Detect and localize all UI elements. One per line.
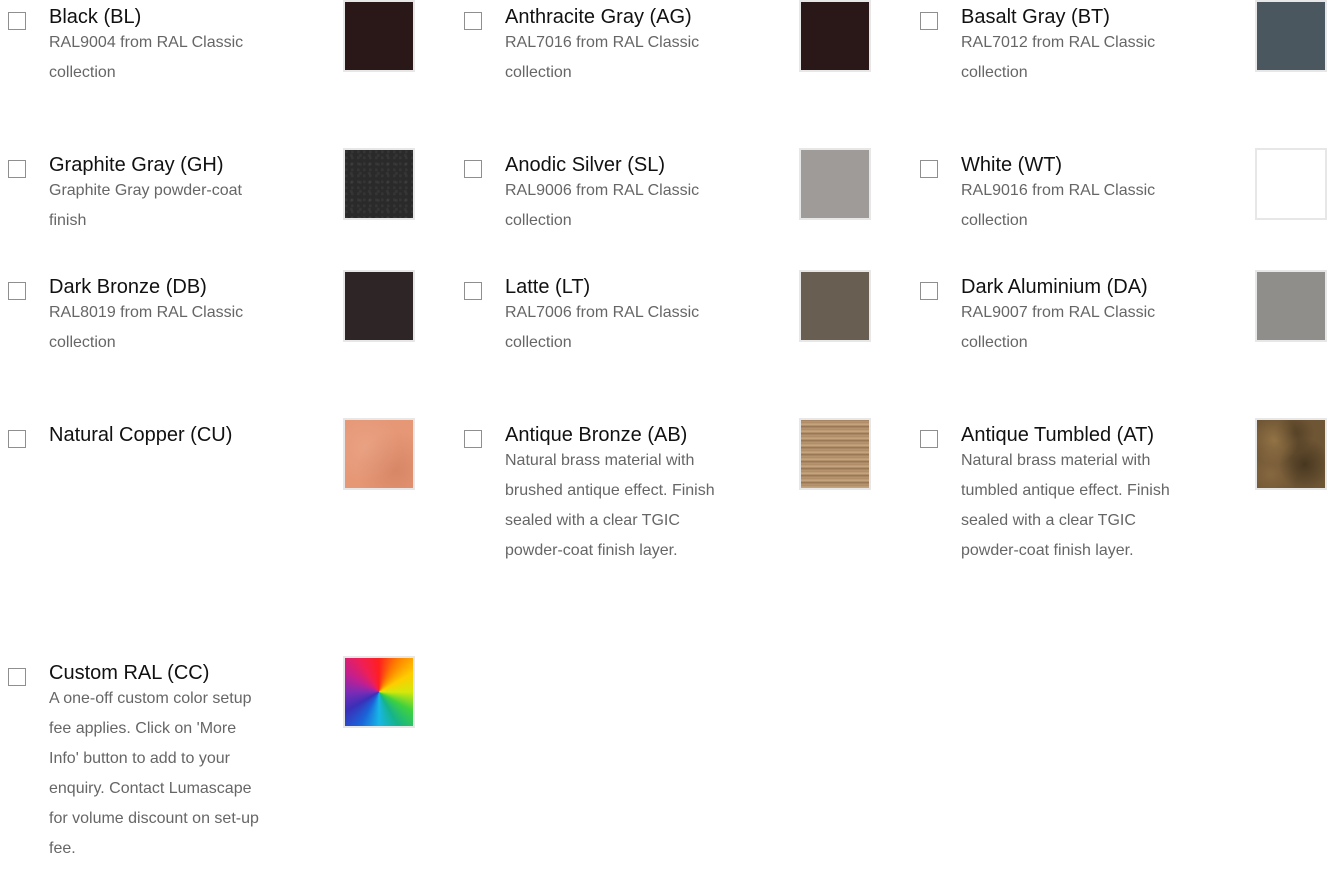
swatch-custom-ral[interactable] bbox=[343, 656, 415, 728]
checkbox-dark-bronze[interactable] bbox=[8, 282, 26, 300]
option-text: Natural Copper (CU) bbox=[49, 422, 269, 446]
option-name: Latte (LT) bbox=[505, 276, 591, 298]
option-text: Basalt Gray (BT) RAL7012 from RAL Classi… bbox=[961, 4, 1181, 88]
option-description: RAL7012 from RAL Classic collection bbox=[961, 34, 1156, 81]
option-text: Latte (LT) RAL7006 from RAL Classic coll… bbox=[505, 274, 725, 358]
checkbox-custom-ral[interactable] bbox=[8, 668, 26, 686]
option-description: RAL7016 from RAL Classic collection bbox=[505, 34, 700, 81]
swatch-color bbox=[345, 658, 413, 726]
swatch-color bbox=[1257, 272, 1325, 340]
swatch-graphite-gray[interactable] bbox=[343, 148, 415, 220]
option-description: RAL7006 from RAL Classic collection bbox=[505, 304, 700, 351]
option-name: Natural Copper (CU) bbox=[49, 424, 233, 446]
option-description: Graphite Gray powder-coat finish bbox=[49, 182, 242, 229]
option-name: Antique Tumbled (AT) bbox=[961, 424, 1155, 446]
swatch-color bbox=[1257, 2, 1325, 70]
swatch-anodic-silver[interactable] bbox=[799, 148, 871, 220]
swatch-anthracite-gray[interactable] bbox=[799, 0, 871, 72]
option-description: Natural brass material with tumbled anti… bbox=[961, 452, 1170, 559]
swatch-color bbox=[345, 150, 413, 218]
checkbox-anthracite-gray[interactable] bbox=[464, 12, 482, 30]
checkbox-basalt-gray[interactable] bbox=[920, 12, 938, 30]
option-name: Dark Bronze (DB) bbox=[49, 276, 207, 298]
checkbox-dark-aluminium[interactable] bbox=[920, 282, 938, 300]
swatch-basalt-gray[interactable] bbox=[1255, 0, 1327, 72]
option-description: RAL9006 from RAL Classic collection bbox=[505, 182, 700, 229]
option-description: RAL9016 from RAL Classic collection bbox=[961, 182, 1156, 229]
option-text: Dark Bronze (DB) RAL8019 from RAL Classi… bbox=[49, 274, 269, 358]
option-name: Antique Bronze (AB) bbox=[505, 424, 688, 446]
option-name: Anthracite Gray (AG) bbox=[505, 6, 692, 28]
option-text: Antique Tumbled (AT) Natural brass mater… bbox=[961, 422, 1181, 566]
option-text: Dark Aluminium (DA) RAL9007 from RAL Cla… bbox=[961, 274, 1181, 358]
option-name: Graphite Gray (GH) bbox=[49, 154, 224, 176]
option-text: Graphite Gray (GH) Graphite Gray powder-… bbox=[49, 152, 269, 236]
option-name: Custom RAL (CC) bbox=[49, 662, 210, 684]
option-description: RAL9007 from RAL Classic collection bbox=[961, 304, 1156, 351]
swatch-antique-bronze[interactable] bbox=[799, 418, 871, 490]
swatch-antique-tumbled[interactable] bbox=[1255, 418, 1327, 490]
checkbox-latte[interactable] bbox=[464, 282, 482, 300]
swatch-dark-bronze[interactable] bbox=[343, 270, 415, 342]
swatch-natural-copper[interactable] bbox=[343, 418, 415, 490]
option-text: Black (BL) RAL9004 from RAL Classic coll… bbox=[49, 4, 269, 88]
option-name: White (WT) bbox=[961, 154, 1063, 176]
option-description: Natural brass material with brushed anti… bbox=[505, 452, 715, 559]
checkbox-black[interactable] bbox=[8, 12, 26, 30]
swatch-latte[interactable] bbox=[799, 270, 871, 342]
checkbox-natural-copper[interactable] bbox=[8, 430, 26, 448]
swatch-color bbox=[1257, 150, 1325, 218]
option-name: Black (BL) bbox=[49, 6, 142, 28]
option-text: Custom RAL (CC) A one-off custom color s… bbox=[49, 660, 269, 864]
swatch-color bbox=[801, 420, 869, 488]
option-description: RAL9004 from RAL Classic collection bbox=[49, 34, 244, 81]
option-description: RAL8019 from RAL Classic collection bbox=[49, 304, 244, 351]
checkbox-antique-tumbled[interactable] bbox=[920, 430, 938, 448]
swatch-color bbox=[801, 150, 869, 218]
swatch-color bbox=[345, 272, 413, 340]
option-name: Dark Aluminium (DA) bbox=[961, 276, 1148, 298]
checkbox-graphite-gray[interactable] bbox=[8, 160, 26, 178]
option-text: Anodic Silver (SL) RAL9006 from RAL Clas… bbox=[505, 152, 725, 236]
checkbox-anodic-silver[interactable] bbox=[464, 160, 482, 178]
option-text: White (WT) RAL9016 from RAL Classic coll… bbox=[961, 152, 1181, 236]
swatch-white[interactable] bbox=[1255, 148, 1327, 220]
swatch-color bbox=[345, 420, 413, 488]
swatch-black[interactable] bbox=[343, 0, 415, 72]
option-description: A one-off custom color setup fee applies… bbox=[49, 690, 259, 857]
swatch-color bbox=[345, 2, 413, 70]
option-name: Anodic Silver (SL) bbox=[505, 154, 666, 176]
checkbox-antique-bronze[interactable] bbox=[464, 430, 482, 448]
swatch-color bbox=[801, 2, 869, 70]
swatch-dark-aluminium[interactable] bbox=[1255, 270, 1327, 342]
option-text: Antique Bronze (AB) Natural brass materi… bbox=[505, 422, 725, 566]
checkbox-white[interactable] bbox=[920, 160, 938, 178]
option-text: Anthracite Gray (AG) RAL7016 from RAL Cl… bbox=[505, 4, 725, 88]
swatch-color bbox=[1257, 420, 1325, 488]
option-name: Basalt Gray (BT) bbox=[961, 6, 1110, 28]
swatch-color bbox=[801, 272, 869, 340]
